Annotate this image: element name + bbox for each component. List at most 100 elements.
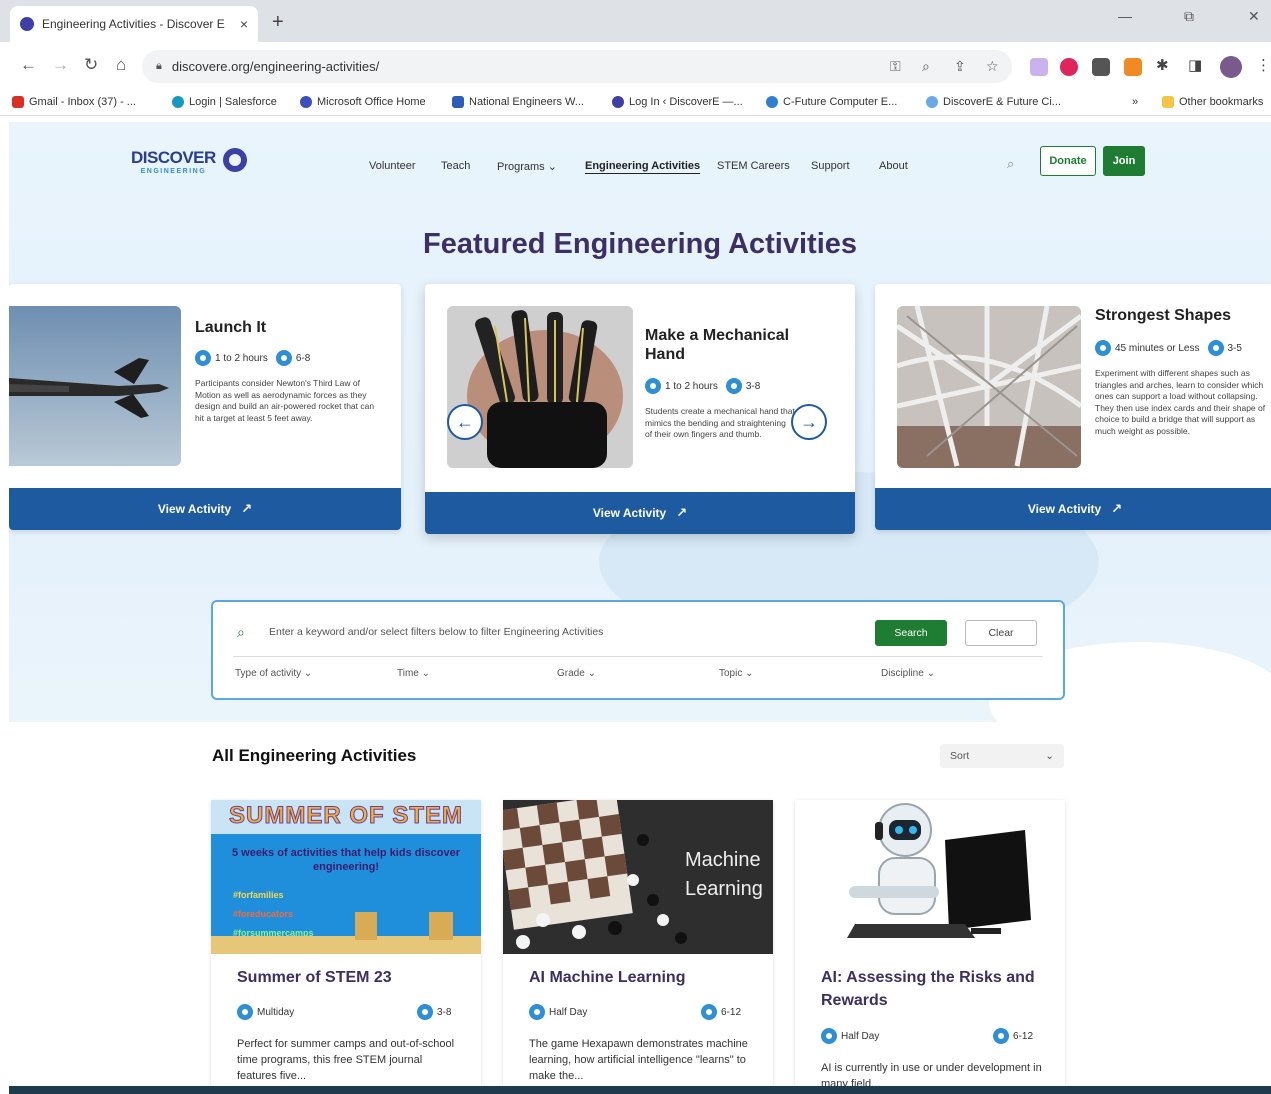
back-icon[interactable]: ← xyxy=(20,56,37,74)
site-favicon-icon xyxy=(20,17,34,31)
activity-description: Perfect for summer camps and out-of-scho… xyxy=(237,1038,455,1082)
view-activity-button[interactable]: View Activity ↗ xyxy=(9,488,401,530)
search-button[interactable]: Search xyxy=(875,620,947,646)
site-logo[interactable]: DISCOVER ENGINEERING xyxy=(131,148,247,175)
nav-engineering-activities[interactable]: Engineering Activities xyxy=(585,160,700,172)
clock-icon xyxy=(237,1004,253,1020)
zoom-icon[interactable]: ⌕ xyxy=(922,58,930,75)
extensions-puzzle-icon[interactable]: ✱ xyxy=(1156,56,1169,74)
banner-hashtag: #foreducators xyxy=(233,909,294,919)
activity-grade: 6-12 xyxy=(993,1028,1033,1044)
banner-tagline: 5 weeks of activities that help kids dis… xyxy=(231,847,461,873)
activity-card-summer-of-stem[interactable]: SUMMER OF STEM 5 weeks of activities tha… xyxy=(211,800,481,1088)
url-text: discovere.org/engineering-activities/ xyxy=(171,59,380,74)
bookmark-salesforce[interactable]: Login | Salesforce xyxy=(172,96,277,108)
bookmark-office[interactable]: Microsoft Office Home xyxy=(300,96,426,108)
view-activity-button[interactable]: View Activity ↗ xyxy=(425,492,855,534)
reload-icon[interactable]: ↻ xyxy=(84,56,98,74)
bookmark-gmail[interactable]: Gmail - Inbox (37) - ... xyxy=(12,96,136,108)
nav-teach[interactable]: Teach xyxy=(441,160,470,172)
activity-title[interactable]: AI: Assessing the Risks and Rewards xyxy=(821,966,1051,1012)
activity-title[interactable]: Summer of STEM 23 xyxy=(237,966,467,989)
bookmark-national-engineers[interactable]: National Engineers W... xyxy=(452,96,584,108)
activity-time: Multiday xyxy=(237,1004,294,1020)
globe-icon xyxy=(766,96,778,108)
robot-computer-image xyxy=(795,800,1065,954)
bookmark-discovere-login[interactable]: Log In ‹ DiscoverE —... xyxy=(612,96,743,108)
forward-icon[interactable]: → xyxy=(52,56,69,74)
carousel-prev-button[interactable]: ← xyxy=(447,404,483,440)
close-window-icon[interactable]: ✕ xyxy=(1248,8,1260,25)
person-icon xyxy=(926,96,938,108)
time-dropdown[interactable]: Time ⌄ xyxy=(397,668,430,679)
arrow-up-right-icon: ↗ xyxy=(676,505,688,520)
activity-time-label: Multiday xyxy=(257,1006,295,1018)
view-activity-label: View Activity xyxy=(157,502,232,516)
sort-select[interactable]: Sort ⌄ xyxy=(940,744,1064,768)
address-bar[interactable]: 🔒︎ discovere.org/engineering-activities/… xyxy=(142,50,1012,83)
topic-dropdown[interactable]: Topic ⌄ xyxy=(719,668,754,679)
grade-dropdown[interactable]: Grade ⌄ xyxy=(557,668,596,679)
featured-time: 1 to 2 hours xyxy=(665,380,718,392)
carousel-next-button[interactable]: → xyxy=(791,404,827,440)
ne-icon xyxy=(452,96,464,108)
image-caption-line: Learning xyxy=(685,878,763,900)
type-of-activity-dropdown[interactable]: Type of activity ⌄ xyxy=(235,668,312,679)
page-title: Featured Engineering Activities xyxy=(422,228,858,260)
banner-hashtag: #forfamilies xyxy=(233,890,284,900)
share-icon[interactable]: ⇪ xyxy=(954,58,966,75)
restore-icon[interactable]: ⧉ xyxy=(1184,8,1194,25)
featured-grade: 3-5 xyxy=(1227,342,1242,354)
activity-title[interactable]: AI Machine Learning xyxy=(529,966,759,989)
close-tab-icon[interactable]: × xyxy=(240,16,248,32)
office-icon xyxy=(300,96,312,108)
side-panel-icon[interactable]: ◨ xyxy=(1188,56,1202,74)
nav-programs[interactable]: Programs ⌄ xyxy=(497,160,557,173)
chevron-down-icon: ⌄ xyxy=(1045,750,1054,762)
nav-about[interactable]: About xyxy=(879,160,908,172)
profile-avatar[interactable] xyxy=(1220,56,1242,78)
clock-icon xyxy=(1095,340,1111,356)
nav-stem-careers[interactable]: STEM Careers xyxy=(717,160,790,172)
extension-icon[interactable] xyxy=(1030,58,1048,76)
view-activity-button[interactable]: View Activity ↗ xyxy=(875,488,1271,530)
bookmark-future-computer[interactable]: C-Future Computer E... xyxy=(766,96,897,108)
image-caption: Machine Learning xyxy=(685,846,763,904)
featured-description: Experiment with different shapes such as… xyxy=(1095,368,1266,436)
extension-icon[interactable] xyxy=(1092,58,1110,76)
activity-grade-label: 6-12 xyxy=(1013,1030,1034,1042)
tab-title: Engineering Activities - Discover E xyxy=(42,17,225,31)
bookmark-star-icon[interactable]: ☆ xyxy=(986,58,999,75)
view-activity-label: View Activity xyxy=(592,506,667,520)
browser-tab[interactable]: Engineering Activities - Discover E × xyxy=(10,6,258,42)
minimize-icon[interactable]: — xyxy=(1118,8,1132,24)
activity-grade: 6-12 xyxy=(701,1004,741,1020)
nav-volunteer[interactable]: Volunteer xyxy=(369,160,415,172)
menu-dots-icon[interactable]: ⋮ xyxy=(1256,56,1271,74)
new-tab-button[interactable]: + xyxy=(272,12,284,32)
grade-icon xyxy=(993,1028,1009,1044)
site-search-icon[interactable]: ⌕ xyxy=(1007,156,1014,172)
home-icon[interactable]: ⌂ xyxy=(116,56,126,74)
activity-filter-panel: ⌕ Enter a keyword and/or select filters … xyxy=(211,600,1065,700)
activity-grade-label: 3-8 xyxy=(437,1006,452,1018)
activity-card-ai-risks-rewards[interactable]: AI: Assessing the Risks and Rewards Half… xyxy=(795,800,1065,1088)
featured-grade: 3-8 xyxy=(745,380,761,392)
donate-button[interactable]: Donate xyxy=(1040,146,1096,176)
sort-label: Sort xyxy=(950,750,970,762)
other-bookmarks[interactable]: Other bookmarks xyxy=(1162,96,1263,108)
keyword-search-input[interactable]: Enter a keyword and/or select filters be… xyxy=(269,626,603,638)
key-icon[interactable]: ⚿ xyxy=(890,58,901,75)
nav-support[interactable]: Support xyxy=(811,160,850,172)
bookmark-discovere-future[interactable]: DiscoverE & Future Ci... xyxy=(926,96,1061,108)
discipline-dropdown[interactable]: Discipline ⌄ xyxy=(881,668,935,679)
divider xyxy=(233,656,1043,657)
activity-card-ai-machine-learning[interactable]: Machine Learning AI Machine Learning Hal… xyxy=(503,800,773,1088)
pinterest-icon[interactable] xyxy=(1060,58,1078,76)
salesforce-icon xyxy=(172,96,184,108)
join-button[interactable]: Join xyxy=(1103,146,1145,176)
grade-icon xyxy=(701,1004,717,1020)
extension-icon[interactable] xyxy=(1124,58,1142,76)
bookmarks-overflow-icon[interactable]: » xyxy=(1132,96,1138,108)
clear-button[interactable]: Clear xyxy=(965,620,1037,646)
